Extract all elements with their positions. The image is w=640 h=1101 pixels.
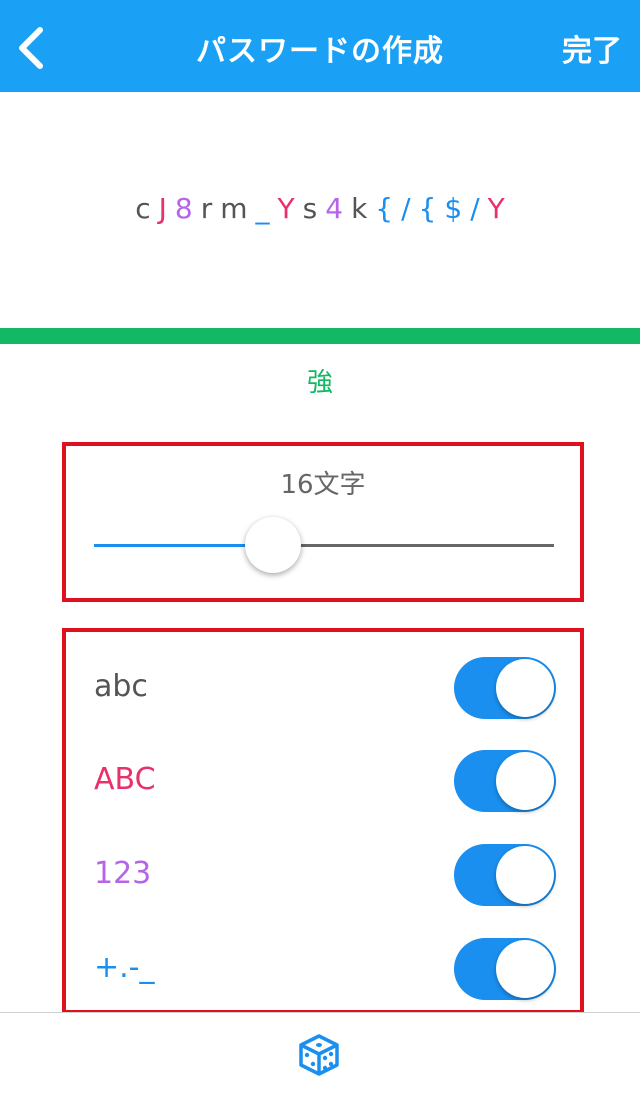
toggle-knob [496, 846, 554, 904]
slider-thumb[interactable] [245, 517, 302, 573]
option-toggle[interactable] [454, 657, 556, 719]
password-char: r [200, 192, 213, 225]
generated-password[interactable]: c J 8 r m _ Ys 4 k{/{$ / Y [0, 192, 640, 225]
password-char: s [302, 192, 318, 225]
option-row: +.-_ [66, 928, 580, 1008]
password-char: m [220, 192, 248, 225]
toggle-knob [496, 659, 554, 717]
password-char: 8 [174, 192, 193, 225]
dice-icon [299, 1034, 339, 1076]
password-char: / [470, 192, 480, 225]
bottom-toolbar [0, 1012, 640, 1101]
toggle-knob [496, 752, 554, 810]
password-char: $ [444, 192, 463, 225]
option-label: ABC [94, 762, 156, 797]
done-button[interactable]: 完了 [562, 26, 622, 70]
page-title: パスワードの作成 [196, 34, 444, 69]
option-toggle[interactable] [454, 750, 556, 812]
password-char: 4 [325, 192, 344, 225]
generate-button[interactable] [297, 1033, 341, 1077]
option-row: ABC [66, 740, 580, 820]
length-panel: 16文字 [62, 442, 584, 602]
password-char: { [418, 192, 437, 225]
password-char: Y [277, 192, 295, 225]
toggle-knob [496, 940, 554, 998]
strength-bar [0, 328, 640, 344]
length-slider[interactable] [94, 517, 554, 573]
option-toggle[interactable] [454, 938, 556, 1000]
strength-label: 強 [306, 368, 333, 398]
navigation-bar: パスワードの作成 完了 [0, 0, 640, 92]
option-row: abc [66, 647, 580, 727]
password-char: { [375, 192, 394, 225]
character-options-panel: abc ABC 123 +.-_ [62, 628, 584, 1014]
password-char: / [401, 192, 411, 225]
option-row: 123 [66, 834, 580, 914]
password-char: J [158, 192, 167, 225]
option-label: +.-_ [94, 950, 155, 985]
slider-track-empty [273, 544, 554, 547]
password-char: Y [487, 192, 505, 225]
password-char: c [135, 192, 151, 225]
length-label: 16文字 [280, 470, 366, 500]
password-char: _ [255, 192, 270, 225]
option-label: 123 [94, 856, 152, 891]
option-toggle[interactable] [454, 844, 556, 906]
password-char: k [351, 192, 368, 225]
option-label: abc [94, 669, 148, 704]
